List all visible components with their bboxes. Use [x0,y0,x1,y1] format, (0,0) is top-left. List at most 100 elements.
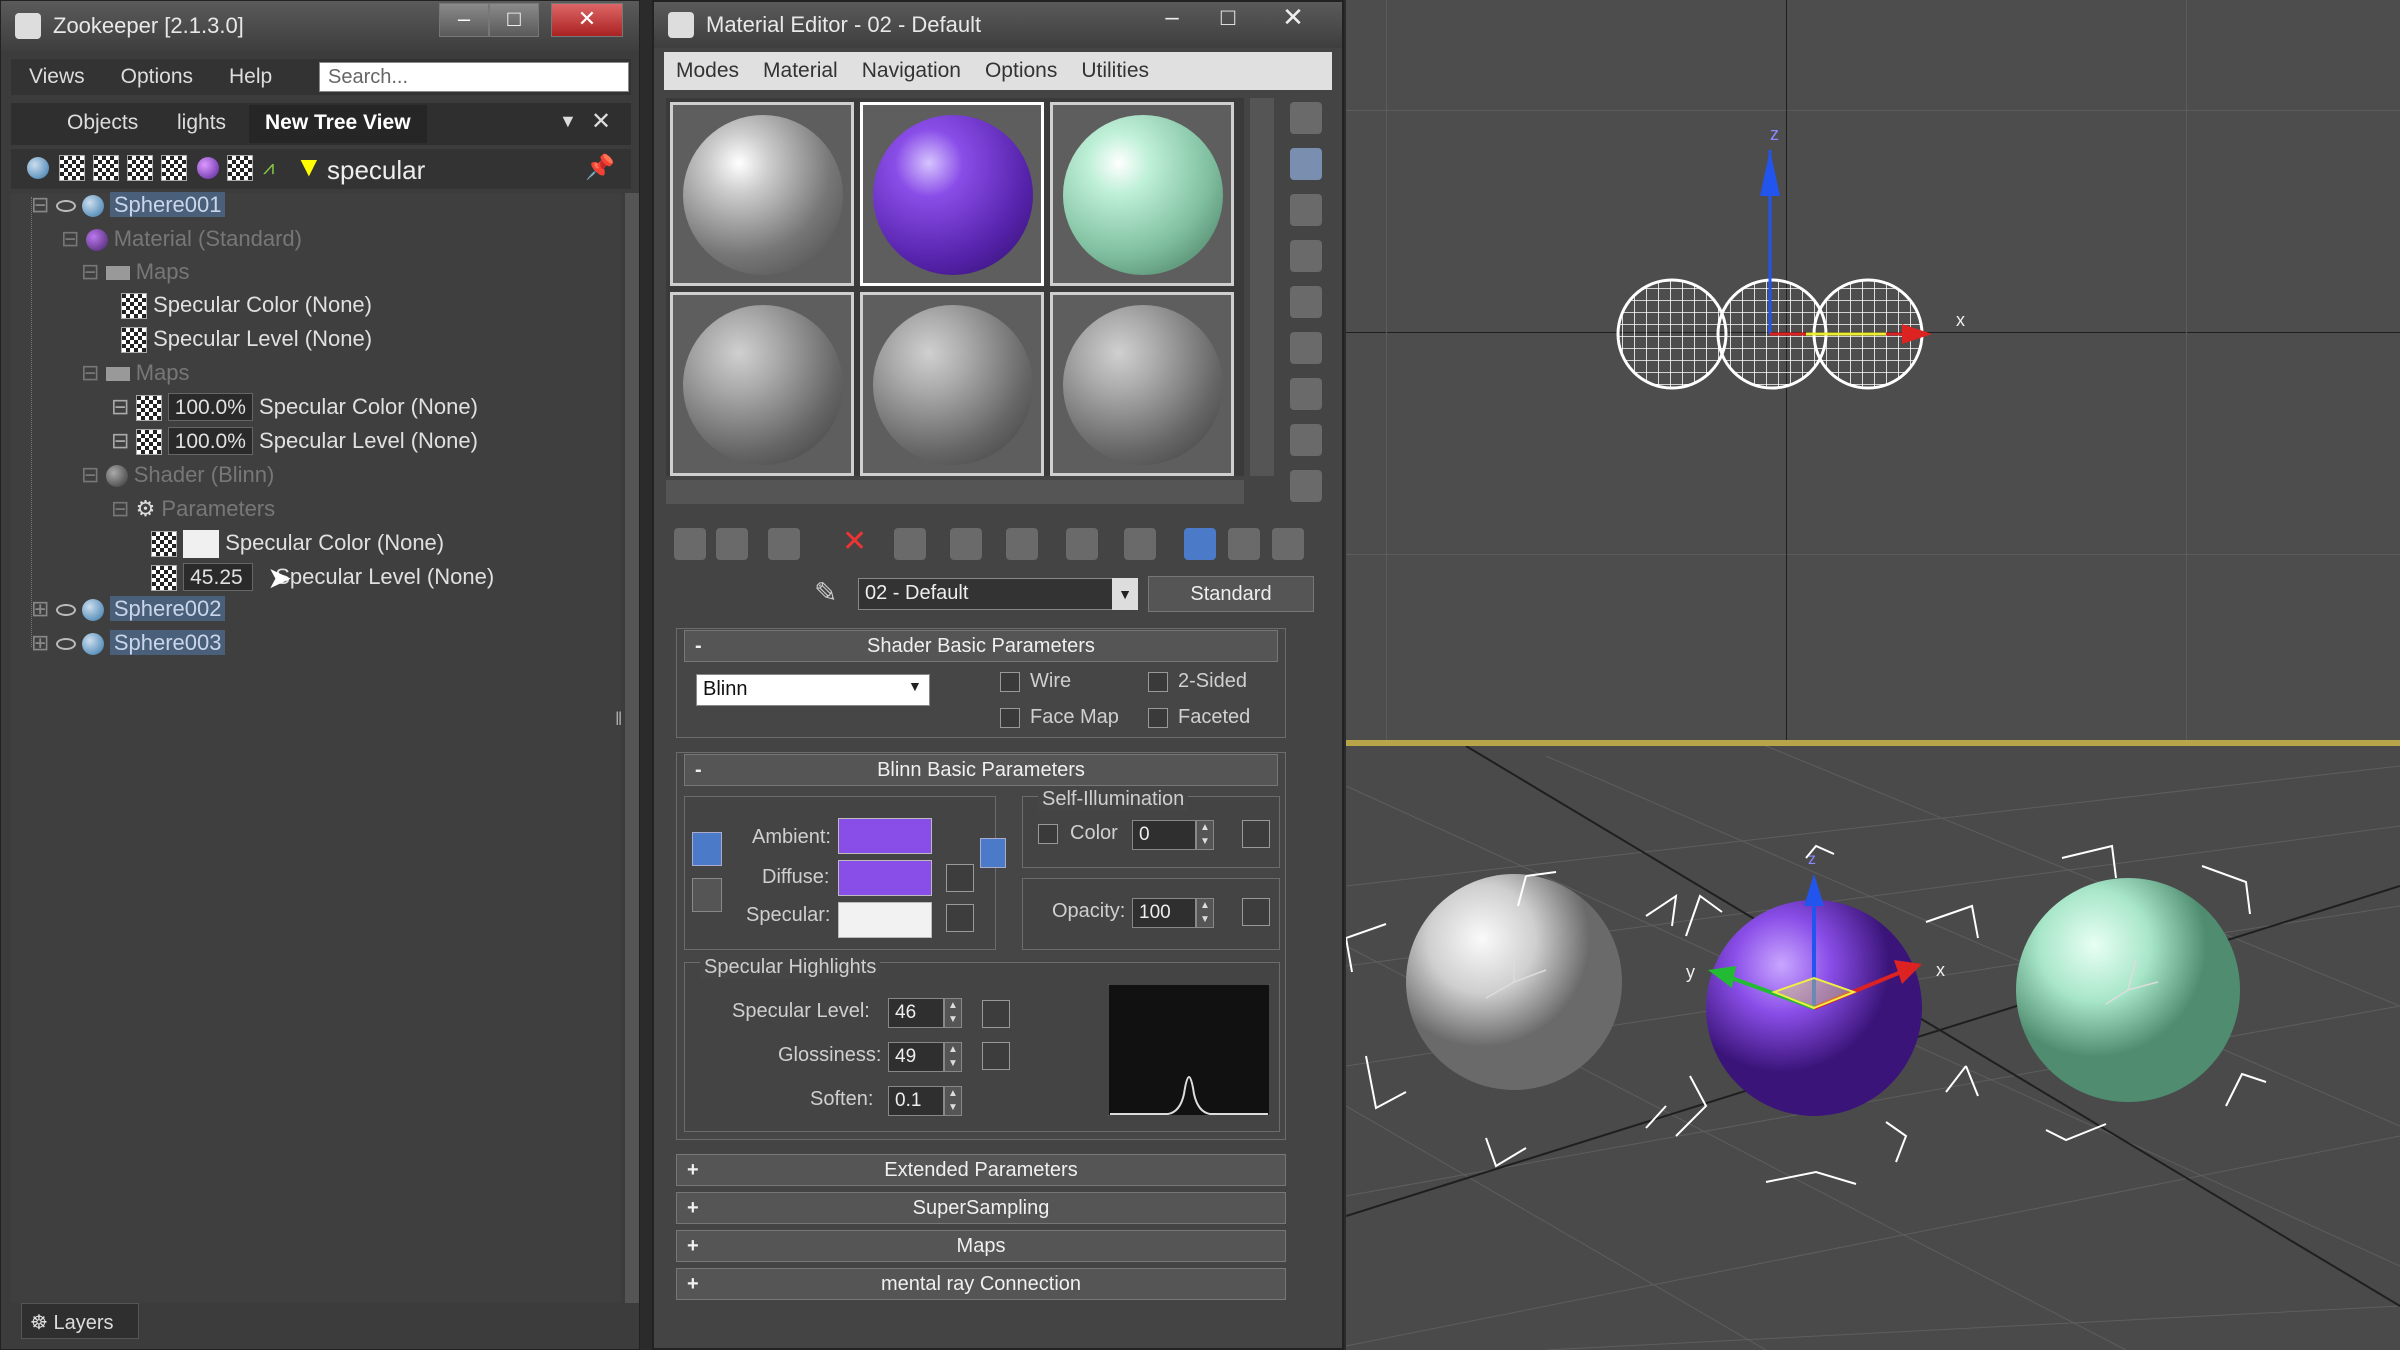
rollout-mental-ray[interactable]: + mental ray Connection [676,1268,1286,1300]
shader-dropdown-arrow-icon[interactable]: ▼ [908,678,922,694]
sample-slot-6[interactable] [1050,292,1234,476]
go-forward-sibling-icon[interactable] [1272,528,1304,560]
me-maximize-button[interactable]: □ [1198,4,1258,34]
me-menu-material[interactable]: Material [751,59,850,83]
soften-spinner[interactable]: ▲ ▼ [944,1086,962,1116]
tree-row-spec-color-1[interactable]: Specular Color (None) [121,289,372,321]
specular-level-map-button[interactable] [982,1000,1010,1028]
geometry-filter-icon[interactable] [27,157,49,179]
make-unique-icon[interactable] [950,528,982,560]
me-close-button[interactable]: ✕ [1258,2,1328,32]
assign-to-selection-icon[interactable] [768,528,800,560]
menu-help[interactable]: Help [211,65,290,89]
filter-text[interactable]: specular [327,155,425,186]
shader-filter-icon[interactable] [127,155,153,181]
reset-map-icon[interactable]: ✕ [842,524,867,559]
options-icon[interactable] [1290,378,1322,410]
wire-sphere-1[interactable] [1616,278,1728,390]
me-menu-navigation[interactable]: Navigation [850,59,973,83]
spec-level-value[interactable]: 45.25 [183,563,254,591]
specular-level-spinner[interactable]: ▲ ▼ [944,998,962,1028]
slots-hscroll[interactable] [666,480,1244,504]
maximize-button[interactable]: □ [489,3,539,37]
diffuse-map-button[interactable] [946,864,974,892]
splitter-handle[interactable]: ‖ [615,709,622,730]
me-menu-modes[interactable]: Modes [664,59,751,83]
opacity-spinner[interactable]: ▲ ▼ [1196,898,1214,928]
tab-lights[interactable]: lights [161,105,242,143]
menu-options[interactable]: Options [103,65,211,89]
tree-row-spec-level-3[interactable]: 45.25 Specular Level (None) [151,561,494,593]
specular-level-field[interactable]: 46 [888,998,944,1028]
material-name-dropdown-icon[interactable]: ▼ [1112,578,1138,610]
material-type-button[interactable]: Standard [1148,576,1314,612]
gizmo-z-arrow[interactable] [1804,874,1824,906]
perspective-viewport[interactable]: x y z [1346,746,2400,1350]
me-menu-utilities[interactable]: Utilities [1069,59,1161,83]
eye-icon[interactable] [55,200,76,213]
ambient-diffuse-map-lock-icon[interactable] [980,838,1006,868]
wire-checkbox[interactable] [1000,672,1020,692]
go-to-parent-icon[interactable] [1228,528,1260,560]
tree-row-spec-color-2[interactable]: ⊟ 100.0% Specular Color (None) [111,391,478,423]
tab-close-icon[interactable]: ✕ [591,107,611,136]
menu-views[interactable]: Views [11,65,103,89]
spline-filter-icon[interactable]: ⩘ [263,157,274,180]
search-input[interactable]: Search... [319,62,629,92]
sample-slot-4[interactable] [670,292,854,476]
z-axis-arrow[interactable] [1760,150,1780,196]
param-filter-icon[interactable] [161,155,187,181]
select-by-material-icon[interactable] [1290,424,1322,456]
get-material-icon[interactable] [674,528,706,560]
sample-slot-2[interactable] [860,102,1044,286]
checker-filter-icon[interactable] [227,155,253,181]
material-name-field[interactable]: 02 - Default [858,578,1138,610]
tree-row-spec-level-2[interactable]: ⊟ 100.0% Specular Level (None) [111,425,478,457]
sample-slot-3[interactable] [1050,102,1234,286]
eyedropper-icon[interactable]: ✎ [814,576,837,609]
tree-row-sphere002[interactable]: ⊞ Sphere002 [31,593,226,625]
video-color-check-icon[interactable] [1290,286,1322,318]
ambient-color-swatch[interactable] [838,818,932,854]
specular-color-swatch[interactable] [838,902,932,938]
rollout-supersampling[interactable]: + SuperSampling [676,1192,1286,1224]
shader-dropdown[interactable]: Blinn [696,674,930,706]
tree-row-spec-color-3[interactable]: Specular Color (None) [151,527,444,559]
self-illum-spinner[interactable]: ▲ ▼ [1196,820,1214,850]
show-end-result-icon[interactable] [1184,528,1216,560]
blinn-basic-header[interactable]: - Blinn Basic Parameters [684,754,1278,786]
faceted-checkbox[interactable] [1148,708,1168,728]
self-illum-map-button[interactable] [1242,820,1270,848]
shader-basic-header[interactable]: - Shader Basic Parameters [684,630,1278,662]
tree-row-spec-level-1[interactable]: Specular Level (None) [121,323,372,355]
diffuse-color-swatch[interactable] [838,860,932,896]
sample-slot-5[interactable] [860,292,1044,476]
close-button[interactable]: ✕ [551,3,623,37]
specular-map-button[interactable] [946,904,974,932]
put-to-library-icon[interactable] [1006,528,1038,560]
me-menu-options[interactable]: Options [973,59,1069,83]
tree-row-maps1[interactable]: ⊟ Maps [81,256,189,288]
material-navigator-icon[interactable] [1290,470,1322,502]
pin-icon[interactable]: 📌 [585,153,615,182]
top-viewport[interactable]: x z [1346,0,2400,740]
glossiness-field[interactable]: 49 [888,1042,944,1072]
rollout-extended-parameters[interactable]: + Extended Parameters [676,1154,1286,1186]
tree-row-parameters[interactable]: ⊟ ⚙ Parameters [111,493,275,525]
uv-tiling-icon[interactable] [1290,240,1322,272]
two-sided-checkbox[interactable] [1148,672,1168,692]
background-icon[interactable] [1290,194,1322,226]
tab-new-tree-view[interactable]: New Tree View [249,105,427,143]
spec-level-amount[interactable]: 100.0% [167,427,253,455]
opacity-map-button[interactable] [1242,898,1270,926]
backlight-icon[interactable] [1290,148,1322,180]
material-id-channel-icon[interactable] [1066,528,1098,560]
put-to-scene-icon[interactable] [716,528,748,560]
self-illum-value-field[interactable]: 0 [1132,820,1196,850]
mtl-ball-filter-icon[interactable] [197,157,219,179]
material-filter-icon[interactable] [93,155,119,181]
minimize-button[interactable]: – [439,3,489,37]
tree-scrollbar[interactable] [625,193,639,1303]
tree-row-maps2[interactable]: ⊟ Maps [81,357,189,389]
diffuse-specular-lock-icon[interactable] [692,878,722,912]
